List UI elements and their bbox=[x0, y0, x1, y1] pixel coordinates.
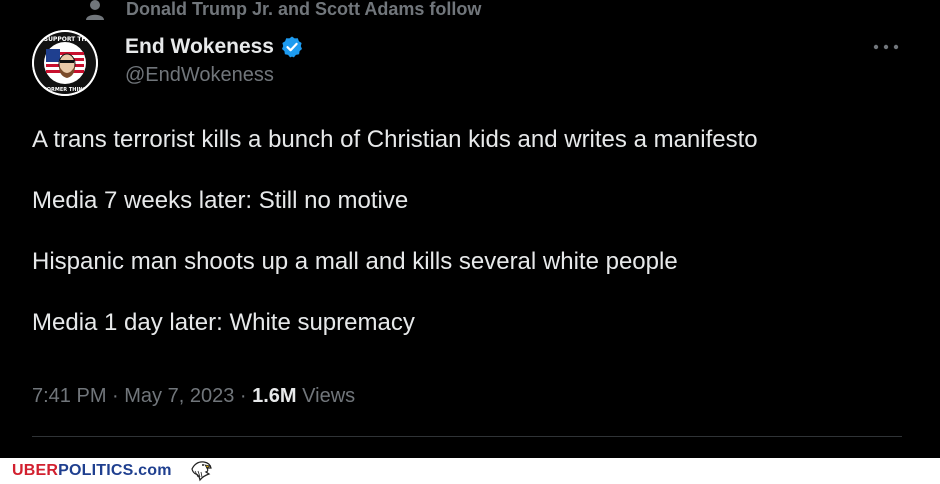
tweet-time[interactable]: 7:41 PM bbox=[32, 385, 106, 408]
eagle-icon bbox=[191, 461, 212, 482]
person-icon bbox=[84, 0, 106, 20]
handle[interactable]: @EndWokeness bbox=[125, 64, 304, 87]
tweet-date[interactable]: May 7, 2023 bbox=[124, 385, 234, 408]
social-context: Donald Trump Jr. and Scott Adams follow bbox=[84, 0, 481, 22]
tweet-paragraph: A trans terrorist kills a bunch of Chris… bbox=[32, 126, 758, 153]
watermark-uber: UBER bbox=[12, 462, 59, 479]
avatar-text-bottom: FORMER THING bbox=[43, 87, 86, 93]
avatar[interactable]: I SUPPORT THE FORMER THING bbox=[32, 30, 98, 96]
name-row: End Wokeness bbox=[125, 32, 304, 62]
watermark-text[interactable]: UBERPOLITICS.com bbox=[12, 462, 172, 480]
verified-badge-icon[interactable] bbox=[280, 35, 304, 59]
watermark-com: .com bbox=[133, 462, 172, 479]
more-options-button[interactable] bbox=[872, 38, 900, 56]
tweet-text: A trans terrorist kills a bunch of Chris… bbox=[32, 124, 912, 368]
views-label: Views bbox=[302, 385, 356, 407]
tweet-paragraph: Hispanic man shoots up a mall and kills … bbox=[32, 248, 678, 275]
display-name[interactable]: End Wokeness bbox=[125, 35, 274, 59]
meta-separator: · bbox=[234, 385, 253, 407]
tweet-paragraph: Media 7 weeks later: Still no motive bbox=[32, 187, 409, 214]
tweet-paragraph: Media 1 day later: White supremacy bbox=[32, 309, 415, 336]
watermark-banner: UBERPOLITICS.com bbox=[0, 458, 940, 484]
tweet-article: Donald Trump Jr. and Scott Adams follow … bbox=[0, 0, 940, 458]
social-context-text[interactable]: Donald Trump Jr. and Scott Adams follow bbox=[126, 0, 481, 20]
more-horizontal-icon bbox=[873, 44, 899, 50]
divider bbox=[32, 436, 902, 437]
tweet-metadata: 7:41 PM · May 7, 2023 · 1.6M Views bbox=[32, 385, 355, 408]
avatar-text-top: I SUPPORT THE bbox=[39, 36, 90, 43]
watermark-politics: POLITICS bbox=[58, 462, 134, 479]
author-block: End Wokeness @EndWokeness bbox=[125, 32, 304, 87]
meta-separator: · bbox=[106, 385, 125, 407]
views-count[interactable]: 1.6M bbox=[252, 385, 296, 408]
